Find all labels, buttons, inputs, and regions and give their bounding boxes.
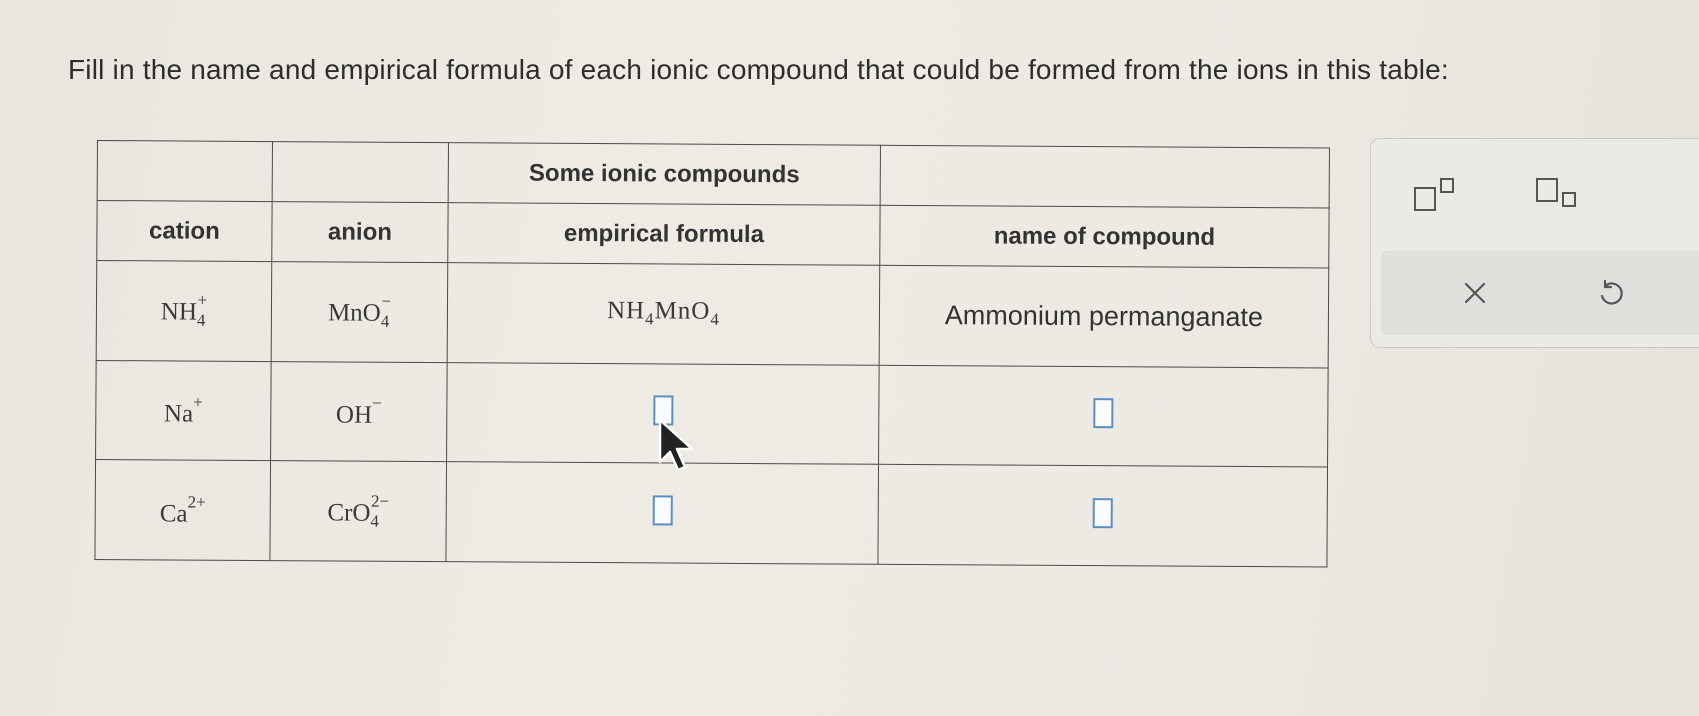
- question-prompt: Fill in the name and empirical formula o…: [68, 54, 1449, 85]
- table-caption: Some ionic compounds: [448, 142, 881, 206]
- table-row: Ca2+ CrO42−: [94, 459, 1328, 568]
- superscript-icon: [1414, 178, 1454, 211]
- header-anion: anion: [271, 201, 449, 263]
- mouse-cursor-icon: [658, 418, 694, 472]
- header-empirical-formula: empirical formula: [447, 202, 881, 266]
- name-cell: [877, 464, 1328, 568]
- clear-icon: [1464, 282, 1486, 304]
- cation-cell: Ca2+: [94, 459, 271, 561]
- compound-name: Ammonium permanganate: [944, 300, 1264, 332]
- formula-cell: [445, 461, 879, 565]
- empirical-formula: NH4MnO4: [606, 297, 720, 330]
- anion-ion: OH−: [335, 393, 382, 429]
- header-cation: cation: [96, 200, 273, 262]
- ionic-compounds-table: Some ionic compounds cation anion empiri…: [94, 140, 1330, 568]
- formula-answer-input[interactable]: [652, 495, 673, 526]
- cation-ion: Ca2+: [159, 492, 206, 528]
- header-compound-name: name of compound: [879, 205, 1330, 269]
- undo-button[interactable]: [1597, 279, 1625, 312]
- undo-icon: [1600, 279, 1623, 305]
- name-answer-input[interactable]: [1092, 498, 1113, 529]
- anion-ion: MnO4−: [327, 292, 392, 332]
- subscript-button[interactable]: [1535, 177, 1579, 218]
- table-row: NH4+ MnO4− NH4MnO4 Ammonium permanganate: [96, 260, 1329, 368]
- superscript-button[interactable]: [1413, 177, 1457, 218]
- formula-cell: NH4MnO4: [447, 262, 880, 365]
- math-tool-panel: [1370, 138, 1699, 348]
- anion-cell: OH−: [270, 361, 448, 462]
- cation-cell: NH4+: [96, 260, 272, 362]
- anion-cell: CrO42−: [269, 460, 447, 562]
- anion-cell: MnO4−: [271, 261, 448, 363]
- name-answer-input[interactable]: [1093, 398, 1114, 429]
- anion-ion: CrO42−: [327, 491, 390, 531]
- cation-cell: Na+: [95, 360, 272, 461]
- cation-ion: Na+: [163, 392, 203, 428]
- table-row: Na+ OH−: [95, 360, 1329, 468]
- name-cell: Ammonium permanganate: [879, 265, 1329, 368]
- tool-actions-bar: [1381, 251, 1699, 335]
- clear-button[interactable]: [1463, 281, 1487, 310]
- name-cell: [878, 364, 1329, 468]
- subscript-icon: [1536, 178, 1576, 207]
- cation-ion: NH4+: [160, 290, 208, 330]
